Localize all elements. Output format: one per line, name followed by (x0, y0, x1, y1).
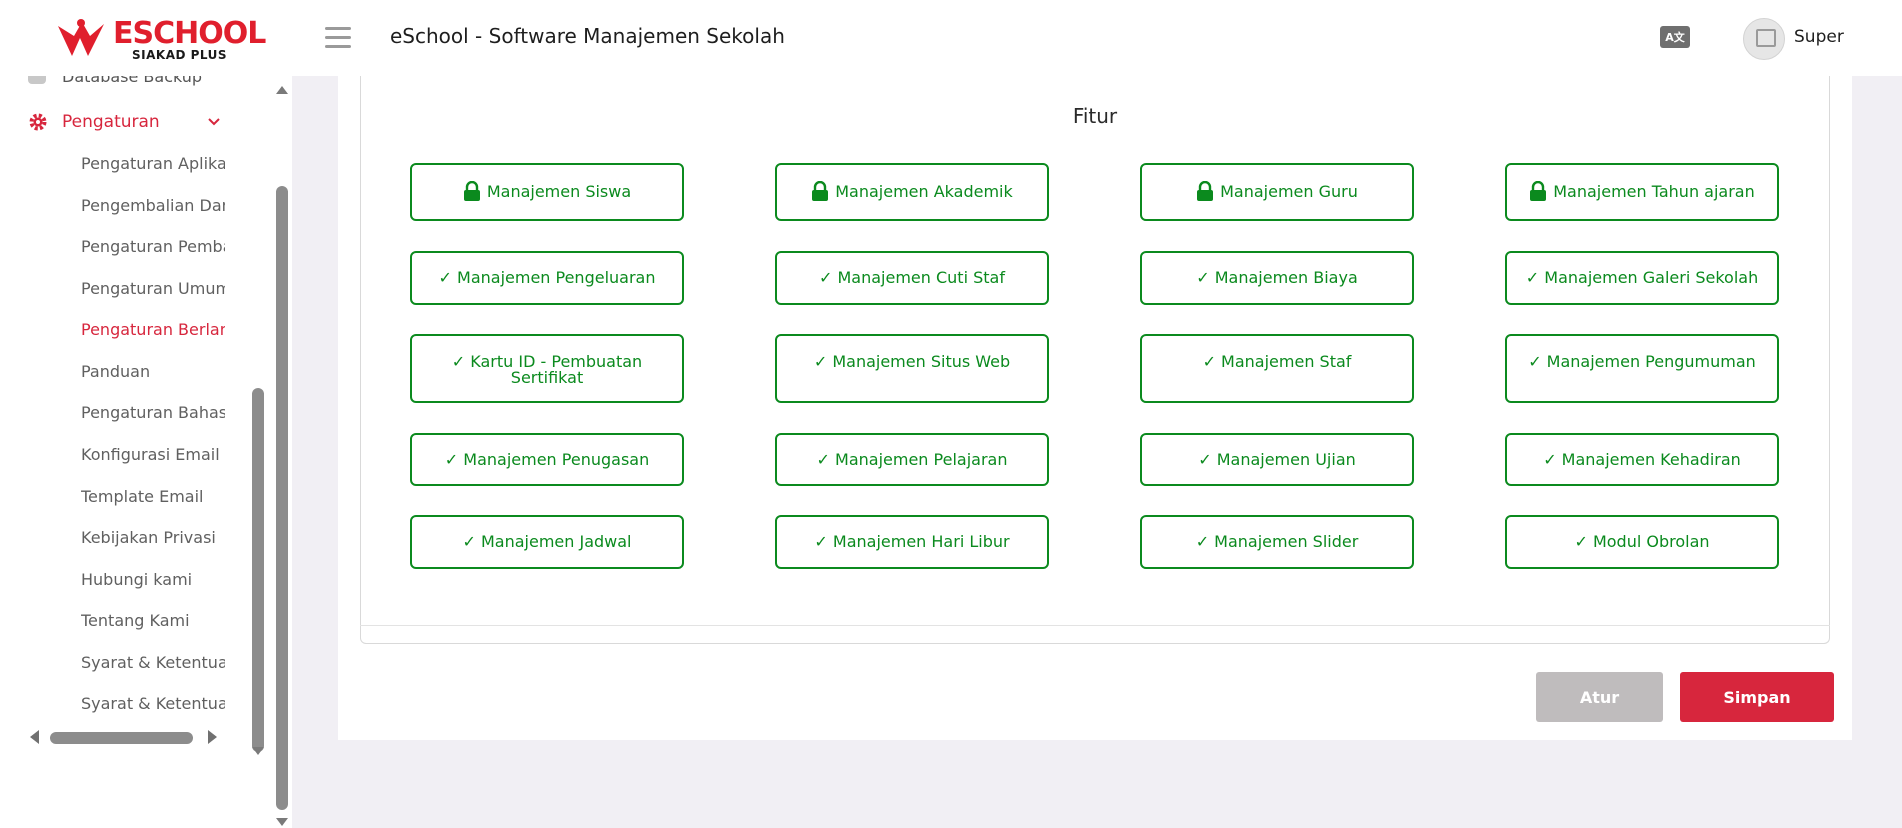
sidebar-item-hubungi-kami[interactable]: Hubungi kami (81, 570, 225, 589)
sidebar-item-kebijakan-privasi[interactable]: Kebijakan Privasi (81, 528, 225, 547)
feature-modul-obrolan[interactable]: ✓ Modul Obrolan (1505, 515, 1779, 569)
user-name[interactable]: Super (1794, 27, 1844, 47)
sidebar-parent-label: Pengaturan (62, 112, 160, 132)
language-icon[interactable]: A文 (1660, 26, 1690, 48)
feature-label: Manajemen Guru (1220, 182, 1358, 201)
feature-manajemen-pengumuman[interactable]: ✓ Manajemen Pengumuman (1505, 334, 1779, 403)
lock-icon (1530, 181, 1547, 201)
feature-manajemen-akademik[interactable]: Manajemen Akademik (775, 163, 1049, 221)
sidebar-item-syarat-ketentuan-2[interactable]: Syarat & Ketentuan (81, 694, 225, 713)
lock-icon (1197, 181, 1214, 201)
sidebar-item-database-backup[interactable]: Database Backup (62, 76, 202, 86)
sidebar: Database Backup Pengaturan Pengaturan Ap… (0, 76, 292, 828)
top-header: ESCHOOL SIAKAD PLUS eSchool - Software M… (0, 0, 1902, 76)
scroll-up-icon[interactable] (276, 86, 288, 94)
sidebar-item-pengaturan-aplikasi[interactable]: Pengaturan Aplikasi (81, 154, 225, 173)
page-title: eSchool - Software Manajemen Sekolah (390, 24, 785, 48)
reset-button[interactable]: Atur (1536, 672, 1663, 722)
feature-label: Manajemen Tahun ajaran (1553, 182, 1755, 201)
feature-manajemen-pengeluaran[interactable]: ✓ Manajemen Pengeluaran (410, 251, 684, 305)
feature-manajemen-biaya[interactable]: ✓ Manajemen Biaya (1140, 251, 1414, 305)
feature-kartu-id-pembuatan-sertifikat[interactable]: ✓ Kartu ID - Pembuatan Sertifikat (410, 334, 684, 403)
scroll-thumb[interactable] (276, 186, 288, 810)
sidebar-item-pengaturan-berlangganan[interactable]: Pengaturan Berlangganan (81, 320, 225, 339)
sidebar-item-pengaturan-bahasa[interactable]: Pengaturan Bahasa (81, 403, 225, 422)
save-button[interactable]: Simpan (1680, 672, 1834, 722)
feature-manajemen-penugasan[interactable]: ✓ Manajemen Penugasan (410, 433, 684, 486)
feature-manajemen-slider[interactable]: ✓ Manajemen Slider (1140, 515, 1414, 569)
section-title: Fitur (1072, 104, 1118, 128)
sidebar-item-tentang-kami[interactable]: Tentang Kami (81, 611, 225, 630)
page-scrollbar-track[interactable] (1892, 76, 1902, 828)
sidebar-item-konfigurasi-email[interactable]: Konfigurasi Email (81, 445, 225, 464)
feature-manajemen-situs-web[interactable]: ✓ Manajemen Situs Web (775, 334, 1049, 403)
feature-label: Manajemen Akademik (835, 182, 1013, 201)
sidebar-item-panduan[interactable]: Panduan (81, 362, 225, 381)
sidebar-item-pengaturan[interactable]: Pengaturan (28, 110, 228, 136)
feature-manajemen-guru[interactable]: Manajemen Guru (1140, 163, 1414, 221)
feature-manajemen-siswa[interactable]: Manajemen Siswa (410, 163, 684, 221)
feature-manajemen-pelajaran[interactable]: ✓ Manajemen Pelajaran (775, 433, 1049, 486)
sidebar-outer-scrollbar[interactable] (275, 76, 289, 828)
gear-icon (29, 113, 47, 131)
menu-toggle-icon[interactable] (325, 27, 351, 49)
feature-manajemen-jadwal[interactable]: ✓ Manajemen Jadwal (410, 515, 684, 569)
sidebar-item-pengaturan-umum[interactable]: Pengaturan Umum (81, 279, 225, 298)
lock-icon (812, 181, 829, 201)
subscription-settings-card: Fitur Manajemen Siswa Manajemen Akademik… (338, 76, 1852, 740)
feature-manajemen-tahun-ajaran[interactable]: Manajemen Tahun ajaran (1505, 163, 1779, 221)
sidebar-item-pengaturan-pembayaran[interactable]: Pengaturan Pembayaran (81, 237, 225, 256)
logo-title: ESCHOOL (113, 16, 266, 51)
scroll-right-icon[interactable] (208, 730, 217, 744)
chevron-down-icon (208, 118, 220, 126)
scroll-down-icon[interactable] (276, 818, 288, 826)
feature-manajemen-staf[interactable]: ✓ Manajemen Staf (1140, 334, 1414, 403)
app-logo[interactable]: ESCHOOL SIAKAD PLUS (56, 16, 266, 62)
avatar[interactable] (1743, 18, 1785, 60)
logo-subtitle: SIAKAD PLUS (132, 48, 228, 62)
divider (360, 625, 1830, 626)
sidebar-item-template-email[interactable]: Template Email (81, 487, 225, 506)
sidebar-item-pengembalian-dana[interactable]: Pengembalian Dana (81, 196, 225, 215)
scroll-down-icon[interactable] (252, 747, 264, 755)
feature-manajemen-kehadiran[interactable]: ✓ Manajemen Kehadiran (1505, 433, 1779, 486)
sidebar-item-syarat-ketentuan[interactable]: Syarat & Ketentuan (81, 653, 225, 672)
scroll-thumb[interactable] (50, 732, 193, 744)
feature-manajemen-hari-libur[interactable]: ✓ Manajemen Hari Libur (775, 515, 1049, 569)
lock-icon (463, 181, 480, 201)
feature-label: Manajemen Siswa (486, 182, 632, 201)
feature-manajemen-ujian[interactable]: ✓ Manajemen Ujian (1140, 433, 1414, 486)
sidebar-horizontal-scrollbar[interactable] (30, 726, 220, 746)
logo-mark-icon (58, 19, 104, 56)
sidebar-inner-scrollbar[interactable] (251, 76, 265, 756)
feature-manajemen-cuti-staf[interactable]: ✓ Manajemen Cuti Staf (775, 251, 1049, 305)
scroll-left-icon[interactable] (30, 730, 39, 744)
scroll-thumb[interactable] (252, 388, 264, 752)
database-icon (28, 76, 46, 84)
feature-manajemen-galeri-sekolah[interactable]: ✓ Manajemen Galeri Sekolah (1505, 251, 1779, 305)
